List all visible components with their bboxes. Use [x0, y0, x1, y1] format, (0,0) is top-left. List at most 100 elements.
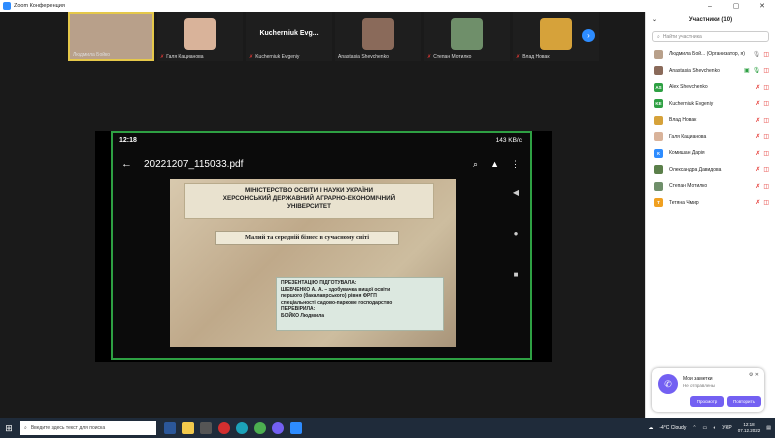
language-indicator[interactable]: УКР — [722, 425, 731, 431]
network-icon[interactable]: ▭ — [703, 425, 708, 431]
slide-title: Малий та середній бізнес в сучасному сві… — [215, 231, 399, 245]
video-tile[interactable]: ✗ Галя Кацианова — [157, 12, 243, 61]
search-icon[interactable]: ⌕ — [473, 159, 478, 170]
participant-row[interactable]: Т Тетяна Чмир ✗ ◫ — [646, 195, 775, 212]
muted-mic-icon[interactable]: ✗ — [755, 166, 760, 173]
mic-icon[interactable]: 🎙 — [753, 51, 761, 58]
video-off-icon[interactable]: ◫ — [763, 183, 769, 190]
participant-row[interactable]: AS Alex Shevchenko ✗ ◫ — [646, 79, 775, 96]
android-nav: ◀ ● ■ — [510, 188, 522, 279]
muted-mic-icon: ✗ — [160, 54, 165, 60]
store-icon[interactable] — [200, 422, 212, 434]
video-off-icon[interactable]: ◫ — [763, 100, 769, 107]
weather-icon: ☁ — [648, 425, 654, 431]
tile-name: Людмила Бойко — [73, 52, 111, 58]
participant-row[interactable]: Людмила Бой... (Организатор, я) 🎙 ◫ — [646, 46, 775, 63]
settings-icon[interactable]: ⚙ — [749, 372, 753, 378]
slide-header: МІНІСТЕРСТВО ОСВІТИ І НАУКИ УКРАЇНИ ХЕРС… — [184, 183, 434, 219]
notification-icon[interactable]: ▤ — [766, 425, 771, 431]
nav-back-icon[interactable]: ◀ — [513, 188, 519, 197]
phone-status-bar: 12:18 143 KB/c — [113, 133, 530, 147]
video-off-icon[interactable]: ◫ — [763, 117, 769, 124]
edge-icon[interactable] — [236, 422, 248, 434]
video-off-icon[interactable]: ◫ — [763, 166, 769, 173]
zoom-taskbar-icon[interactable] — [290, 422, 302, 434]
chrome-icon[interactable] — [254, 422, 266, 434]
participant-list: Людмила Бой... (Организатор, я) 🎙 ◫ Anast… — [646, 46, 775, 211]
word-icon[interactable] — [164, 422, 176, 434]
video-off-icon[interactable]: ◫ — [763, 84, 769, 91]
participant-photo — [362, 18, 394, 50]
avatar: Т — [654, 198, 663, 208]
video-off-icon[interactable]: ◫ — [763, 199, 769, 206]
participant-name: Галя Кацианова — [669, 133, 707, 140]
tile-name: Галя Кацианова — [166, 54, 204, 60]
participant-row[interactable]: KE Kucherniuk Evgeniy ✗ ◫ — [646, 96, 775, 113]
participant-name: Степан Мотилко — [669, 183, 708, 190]
file-explorer-icon[interactable] — [182, 422, 194, 434]
participant-row[interactable]: Олександра Давидова ✗ ◫ — [646, 162, 775, 179]
weather-text[interactable]: -4°C Cloudy — [659, 425, 686, 431]
muted-mic-icon[interactable]: ✗ — [755, 150, 760, 157]
participant-row[interactable]: Anastasia Shevchenko ▣ 🎙 ◫ — [646, 63, 775, 80]
muted-mic-icon[interactable]: ✗ — [755, 84, 760, 91]
participant-row[interactable]: Влад Новак ✗ ◫ — [646, 112, 775, 129]
search-icon: ⌕ — [657, 33, 660, 40]
participants-panel: ⌄ Участники (10) ⌕ Найти участника Людми… — [645, 12, 775, 418]
viber-notes-popup: ✆ Мои заметки Не отправлены ⚙ ✕ Просмотр… — [652, 368, 764, 412]
back-arrow-icon[interactable]: ← — [121, 158, 132, 170]
video-tile[interactable]: Kucherniuk Evg... ✗ Kucherniuk Evgeniy — [246, 12, 332, 61]
muted-mic-icon[interactable]: ✗ — [755, 117, 760, 124]
participant-photo — [451, 18, 483, 50]
taskbar-search-input[interactable]: ⌕ Введите здесь текст для поиска — [20, 421, 156, 435]
participant-search-input[interactable]: ⌕ Найти участника — [652, 31, 769, 42]
video-off-icon[interactable]: ◫ — [763, 133, 769, 140]
windows-start-icon[interactable]: ⊞ — [0, 423, 18, 434]
video-off-icon[interactable]: ◫ — [763, 150, 769, 157]
video-tile[interactable]: Anastasia Shevchenko — [335, 12, 421, 61]
tray-chevron-icon[interactable]: ⌃ — [692, 425, 696, 431]
participant-row[interactable]: К Комишан Дарія ✗ ◫ — [646, 145, 775, 162]
minimize-button[interactable]: – — [698, 0, 722, 12]
participant-name: Тетяна Чмир — [669, 199, 699, 206]
more-icon[interactable]: ⋮ — [511, 159, 520, 170]
opera-icon[interactable] — [218, 422, 230, 434]
tile-name: Степан Мотилко — [433, 54, 472, 60]
muted-mic-icon: ✗ — [516, 54, 521, 60]
nav-recent-icon[interactable]: ■ — [514, 270, 519, 279]
tile-big-name: Kucherniuk Evg... — [259, 30, 319, 37]
slide-credits: ПРЕЗЕНТАЦІЮ ПІДГОТУВАЛА: ШЕВЧЕНКО А. А. … — [276, 277, 444, 331]
muted-mic-icon[interactable]: ✗ — [755, 183, 760, 190]
avatar — [654, 181, 663, 191]
video-tile[interactable]: Людмила Бойко — [68, 12, 154, 61]
muted-mic-icon[interactable]: ✗ — [755, 133, 760, 140]
drive-icon[interactable]: ▲ — [490, 159, 499, 170]
avatar — [654, 132, 663, 142]
volume-icon[interactable]: ◐ — [713, 425, 716, 431]
close-button[interactable]: ✕ — [750, 0, 774, 12]
muted-mic-icon[interactable]: ✗ — [755, 100, 760, 107]
gallery-next-icon[interactable]: › — [582, 29, 595, 42]
close-icon[interactable]: ✕ — [755, 372, 759, 378]
avatar: К — [654, 148, 663, 158]
clock[interactable]: 12:18 07.12.2022 — [738, 422, 761, 434]
pdf-file-name: 20221207_115033.pdf — [144, 158, 244, 170]
collapse-chevron-icon[interactable]: ⌄ — [652, 16, 657, 23]
video-off-icon[interactable]: ◫ — [763, 51, 769, 58]
video-tile[interactable]: ✗ Степан Мотилко — [424, 12, 510, 61]
share-icon: ▣ — [744, 68, 750, 75]
maximize-button[interactable]: ▢ — [724, 0, 748, 12]
tile-name: Kucherniuk Evgeniy — [255, 54, 300, 60]
notes-subtitle: Не отправлены — [683, 383, 716, 388]
video-off-icon[interactable]: ◫ — [763, 67, 769, 74]
participant-row[interactable]: Степан Мотилко ✗ ◫ — [646, 178, 775, 195]
muted-mic-icon[interactable]: ✗ — [755, 199, 760, 206]
view-button[interactable]: Просмотр — [690, 396, 724, 407]
mic-icon[interactable]: 🎙 — [753, 67, 761, 74]
nav-home-icon[interactable]: ● — [514, 229, 519, 238]
retry-button[interactable]: Повторить — [727, 396, 761, 407]
avatar — [654, 66, 663, 76]
participant-name: Влад Новак — [669, 117, 697, 124]
participant-row[interactable]: Галя Кацианова ✗ ◫ — [646, 129, 775, 146]
viber-icon[interactable] — [272, 422, 284, 434]
